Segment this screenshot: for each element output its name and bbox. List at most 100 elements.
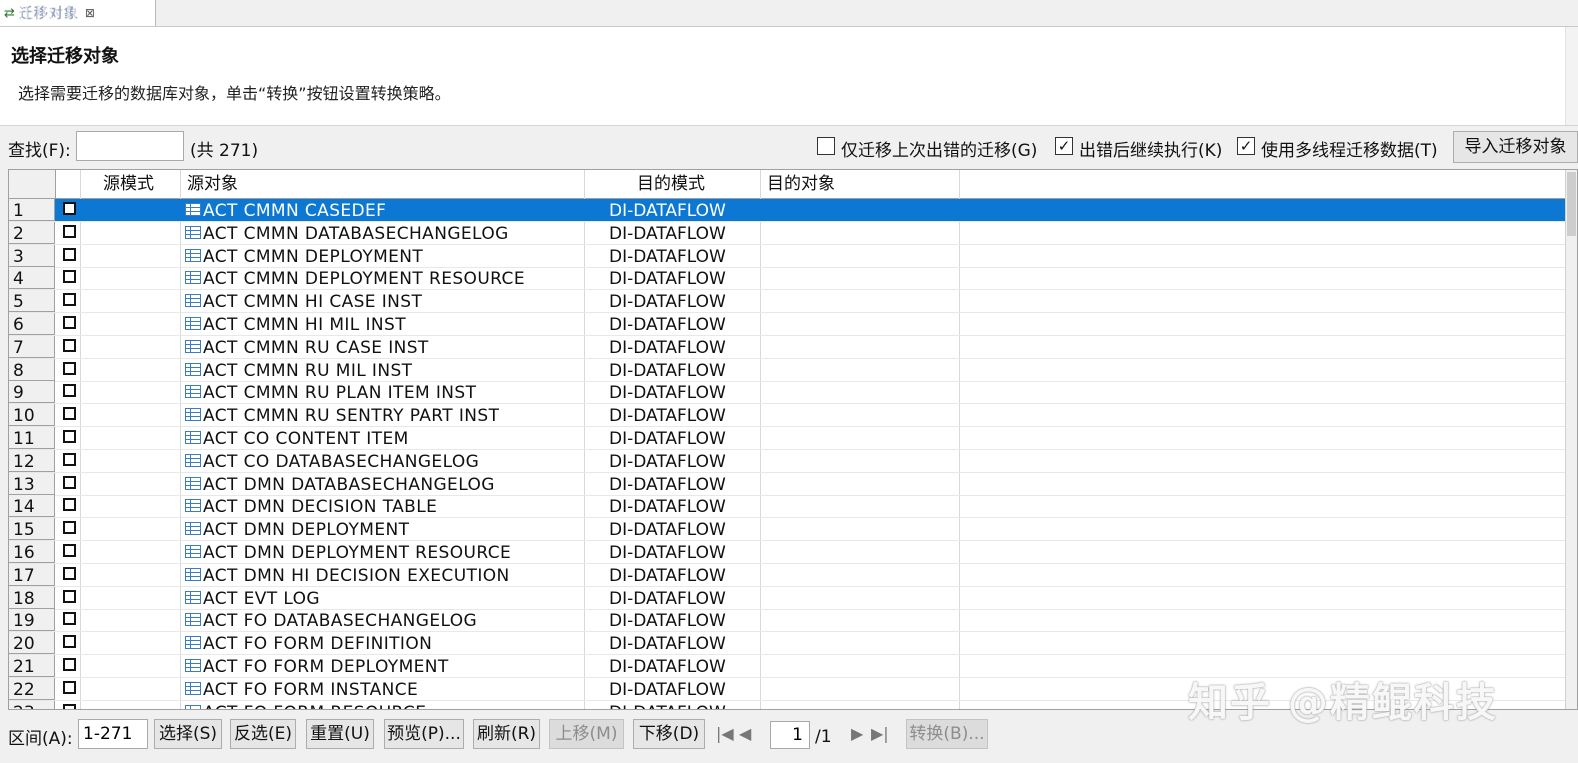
table-row[interactable]: 8 ACT CMMN RU MIL INST DI-DATAFLOW (9, 358, 1567, 382)
table-icon (185, 431, 201, 444)
source-object-name: ACT FO DATABASECHANGELOG (203, 611, 478, 632)
row-checkbox[interactable] (63, 498, 76, 512)
source-object-name: ACT DMN DEPLOYMENT (203, 520, 410, 541)
row-checkbox[interactable] (63, 224, 76, 238)
table-icon (185, 476, 201, 490)
refresh-button[interactable]: 刷新(R) (473, 719, 540, 749)
row-checkbox[interactable] (63, 544, 76, 557)
target-schema-value: DI-DATAFLOW (609, 337, 726, 358)
row-number: 6 (9, 313, 55, 335)
invert-selection-button[interactable]: 反选(E) (230, 719, 296, 749)
move-down-button[interactable]: 下移(D) (633, 719, 705, 749)
table-row[interactable]: 12 ACT CO DATABASECHANGELOG DI-DATAFLOW (9, 449, 1567, 473)
reset-button[interactable]: 重置(U) (306, 719, 374, 749)
row-checkbox[interactable] (63, 680, 76, 694)
table-icon (185, 408, 201, 422)
preview-button[interactable]: 预览(P)... (384, 719, 464, 749)
table-icon (185, 681, 201, 695)
prev-page-icon[interactable]: ◀ (739, 724, 751, 743)
target-schema-value: DI-DATAFLOW (609, 634, 726, 655)
table-row[interactable]: 15 ACT DMN DEPLOYMENT DI-DATAFLOW (9, 518, 1567, 542)
failed-only-label[interactable]: 仅迁移上次出错的迁移(G) (841, 136, 1037, 161)
table-row[interactable]: 19 ACT FO DATABASECHANGELOG DI-DATAFLOW (9, 609, 1567, 633)
select-button[interactable]: 选择(S) (154, 719, 222, 749)
row-checkbox[interactable] (63, 384, 76, 398)
row-checkbox[interactable] (63, 202, 76, 215)
row-checkbox[interactable] (63, 407, 76, 421)
table-row[interactable]: 9 ACT CMMN RU PLAN ITEM INST DI-DATAFLOW (9, 381, 1567, 405)
range-input[interactable] (78, 719, 148, 749)
row-checkbox[interactable] (63, 247, 76, 261)
first-page-icon[interactable]: |◀ (716, 724, 734, 743)
table-row[interactable]: 13 ACT DMN DATABASECHANGELOG DI-DATAFLOW (9, 472, 1567, 496)
row-checkbox[interactable] (63, 475, 76, 489)
select-column-header[interactable] (56, 170, 81, 198)
source-object-name: ACT CMMN DATABASECHANGELOG (203, 223, 509, 244)
table-row[interactable]: 17 ACT DMN HI DECISION EXECUTION DI-DATAFL… (9, 563, 1567, 587)
row-checkbox[interactable] (63, 658, 76, 671)
row-checkbox[interactable] (63, 635, 76, 649)
table-row[interactable]: 3 ACT CMMN DEPLOYMENT DI-DATAFLOW (9, 244, 1567, 268)
table-row[interactable]: 10 ACT CMMN RU SENTRY PART INST DI-DATAFLO… (9, 404, 1567, 428)
column-header-source-schema[interactable]: 源模式 (81, 170, 181, 198)
failed-only-checkbox[interactable] (817, 137, 835, 155)
table-row[interactable]: 11 ACT CO CONTENT ITEM DI-DATAFLOW (9, 427, 1567, 450)
column-header-target-object[interactable]: 目的对象 (761, 170, 960, 198)
continue-on-error-checkbox[interactable]: ✓ (1055, 137, 1073, 155)
table-icon (185, 522, 201, 536)
row-checkbox[interactable] (63, 361, 76, 375)
search-input[interactable] (76, 131, 184, 161)
multithread-checkbox[interactable]: ✓ (1237, 137, 1255, 155)
last-page-icon[interactable]: ▶| (871, 724, 889, 743)
row-checkbox[interactable] (63, 589, 76, 603)
table-row[interactable]: 4 ACT CMMN DEPLOYMENT RESOURCE DI-DATAFLOW (9, 267, 1567, 291)
target-schema-value: DI-DATAFLOW (609, 246, 726, 267)
page-title: 选择迁移对象 (11, 46, 119, 67)
column-header-target-schema[interactable]: 目的模式 (585, 170, 761, 198)
table-row[interactable]: 1 ACT CMMN CASEDEF DI-DATAFLOW (9, 199, 1567, 222)
table-row[interactable]: 7 ACT CMMN RU CASE INST DI-DATAFLOW (9, 335, 1567, 359)
source-object-name: ACT CMMN CASEDEF (203, 201, 387, 221)
row-checkbox[interactable] (63, 566, 76, 580)
import-objects-button[interactable]: 导入迁移对象 (1453, 131, 1578, 163)
row-checkbox[interactable] (63, 452, 76, 466)
row-checkbox[interactable] (63, 612, 76, 626)
wizard-header: 选择迁移对象 选择需要迁移的数据库对象，单击“转换”按钮设置转换策略。 (0, 27, 1578, 126)
editor-tab[interactable]: ⇄ 迁移对象 ⊠ (0, 0, 156, 26)
target-schema-value: DI-DATAFLOW (609, 611, 726, 632)
target-schema-value: DI-DATAFLOW (609, 565, 726, 586)
table-row[interactable]: 20 ACT FO FORM DEFINITION DI-DATAFLOW (9, 632, 1567, 656)
column-header-source-object[interactable]: 源对象 (181, 170, 585, 198)
row-checkbox[interactable] (63, 703, 76, 709)
table-row[interactable]: 5 ACT CMMN HI CASE INST DI-DATAFLOW (9, 290, 1567, 314)
move-up-button[interactable]: 上移(M) (549, 719, 624, 749)
row-checkbox[interactable] (63, 338, 76, 352)
table-row[interactable]: 14 ACT DMN DECISION TABLE DI-DATAFLOW (9, 495, 1567, 519)
target-schema-value: DI-DATAFLOW (609, 701, 726, 709)
table-row[interactable]: 16 ACT DMN DEPLOYMENT RESOURCE DI-DATAFLOW (9, 541, 1567, 564)
scrollbar-thumb[interactable] (1567, 172, 1576, 236)
source-object-name: ACT CMMN RU MIL INST (203, 360, 413, 381)
row-checkbox[interactable] (63, 270, 76, 284)
tab-title: 迁移对象 (19, 3, 79, 23)
multithread-label[interactable]: 使用多线程迁移数据(T) (1261, 136, 1438, 161)
close-icon[interactable]: ⊠ (85, 6, 95, 20)
continue-on-error-label[interactable]: 出错后继续执行(K) (1079, 136, 1222, 161)
table-row[interactable]: 18 ACT EVT LOG DI-DATAFLOW (9, 586, 1567, 610)
row-checkbox[interactable] (63, 430, 76, 443)
page-number-input[interactable] (770, 721, 810, 749)
row-checkbox[interactable] (63, 293, 76, 307)
table-row[interactable]: 2 ACT CMMN DATABASECHANGELOG DI-DATAFLOW (9, 221, 1567, 245)
header-scrollbar[interactable] (1565, 27, 1578, 125)
row-number: 10 (9, 404, 55, 427)
table-scrollbar[interactable] (1565, 170, 1577, 709)
target-schema-value: DI-DATAFLOW (609, 657, 726, 677)
row-number: 9 (9, 381, 55, 404)
row-checkbox[interactable] (63, 316, 76, 329)
row-number: 17 (9, 563, 55, 586)
row-checkbox[interactable] (63, 521, 76, 535)
table-row[interactable]: 6 ACT CMMN HI MIL INST DI-DATAFLOW (9, 313, 1567, 336)
convert-button[interactable]: 转换(B)... (906, 719, 988, 749)
next-page-icon[interactable]: ▶ (851, 724, 863, 743)
row-number: 19 (9, 609, 55, 632)
